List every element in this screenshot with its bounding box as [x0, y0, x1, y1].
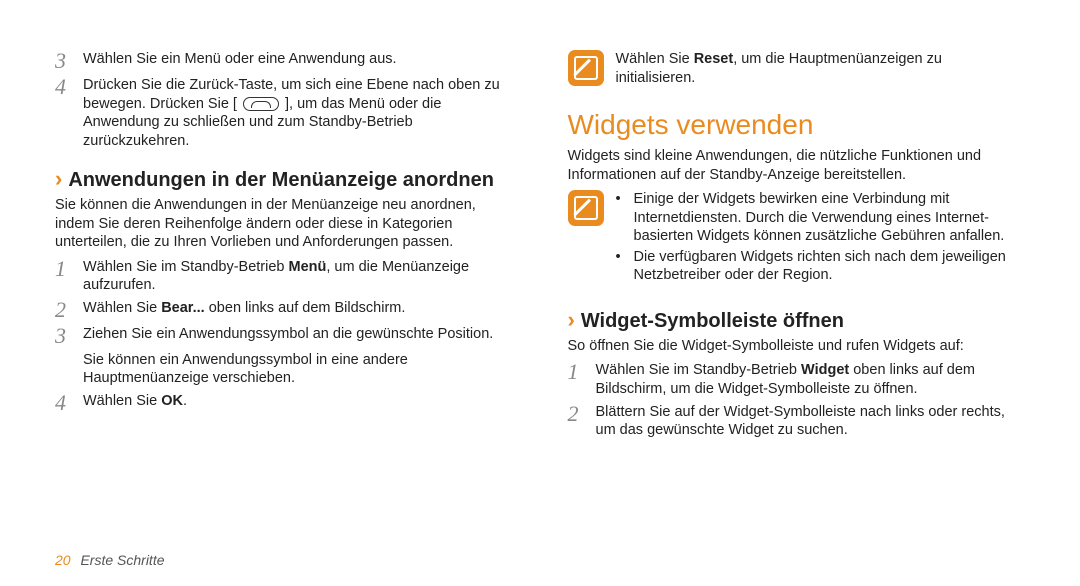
note-reset: Wählen Sie Reset, um die Hauptmenüanzeig…: [568, 50, 1026, 91]
step-text: Wählen Sie Bear... oben links auf dem Bi…: [83, 299, 513, 321]
bullet-availability: Die verfügbaren Widgets richten sich nac…: [616, 248, 1026, 285]
heading-open-widget-bar: › Widget-Symbolleiste öffnen: [568, 309, 1026, 333]
note-text: Wählen Sie Reset, um die Hauptmenüanzeig…: [616, 50, 1026, 87]
note-widget-info: Einige der Widgets bewirken eine Verbind…: [568, 190, 1026, 291]
left-column: 3 Wählen Sie ein Menü oder eine Anwendun…: [55, 50, 513, 444]
step-2-scroll: 2 Blättern Sie auf der Widget-Symbolleis…: [568, 403, 1026, 440]
note-icon: [568, 190, 604, 226]
section-name: Erste Schritte: [80, 552, 164, 568]
step-number: 3: [55, 50, 73, 72]
step-number: 3: [55, 325, 73, 347]
arrange-apps-intro: Sie können die Anwendungen in der Menüan…: [55, 196, 513, 252]
step-1-widget: 1 Wählen Sie im Standby-Betrieb Widget o…: [568, 361, 1026, 398]
step-number: 2: [568, 403, 586, 440]
step-text: Drücken Sie die Zurück-Taste, um sich ei…: [83, 76, 513, 150]
page-footer: 20 Erste Schritte: [55, 552, 165, 568]
step-number: 4: [55, 392, 73, 414]
step-text: Ziehen Sie ein Anwendungssymbol an die g…: [83, 325, 513, 347]
heading-arrange-apps: › Anwendungen in der Menüanzeige anordne…: [55, 168, 513, 192]
step-1-open-menu: 1 Wählen Sie im Standby-Betrieb Menü, um…: [55, 258, 513, 295]
chevron-right-icon: ›: [568, 309, 575, 331]
step-text: Wählen Sie OK.: [83, 392, 513, 414]
step-4-back-key: 4 Drücken Sie die Zurück-Taste, um sich …: [55, 76, 513, 150]
step-4-ok: 4 Wählen Sie OK.: [55, 392, 513, 414]
end-call-key-icon: [243, 97, 279, 111]
open-widget-bar-intro: So öffnen Sie die Widget-Symbolleiste un…: [568, 337, 1026, 356]
heading-widgets: Widgets verwenden: [568, 109, 1026, 141]
step-text: Blättern Sie auf der Widget-Symbolleiste…: [596, 403, 1026, 440]
step-text: Wählen Sie im Standby-Betrieb Widget obe…: [596, 361, 1026, 398]
step-text: Wählen Sie ein Menü oder eine Anwendung …: [83, 50, 513, 72]
right-column: Wählen Sie Reset, um die Hauptmenüanzeig…: [568, 50, 1026, 444]
step-number: 2: [55, 299, 73, 321]
page-number: 20: [55, 552, 71, 568]
widgets-intro: Widgets sind kleine Anwendungen, die nüt…: [568, 147, 1026, 184]
step-number: 4: [55, 76, 73, 150]
step-3-drag-icon: 3 Ziehen Sie ein Anwendungssymbol an die…: [55, 325, 513, 347]
note-bullets: Einige der Widgets bewirken eine Verbind…: [616, 190, 1026, 287]
step-3-note: Sie können ein Anwendungssymbol in eine …: [83, 351, 513, 388]
note-icon: [568, 50, 604, 86]
step-2-bear: 2 Wählen Sie Bear... oben links auf dem …: [55, 299, 513, 321]
step-3-select-menu: 3 Wählen Sie ein Menü oder eine Anwendun…: [55, 50, 513, 72]
step-number: 1: [55, 258, 73, 295]
step-number: 1: [568, 361, 586, 398]
chevron-right-icon: ›: [55, 168, 62, 190]
step-text: Wählen Sie im Standby-Betrieb Menü, um d…: [83, 258, 513, 295]
bullet-internet-fees: Einige der Widgets bewirken eine Verbind…: [616, 190, 1026, 246]
